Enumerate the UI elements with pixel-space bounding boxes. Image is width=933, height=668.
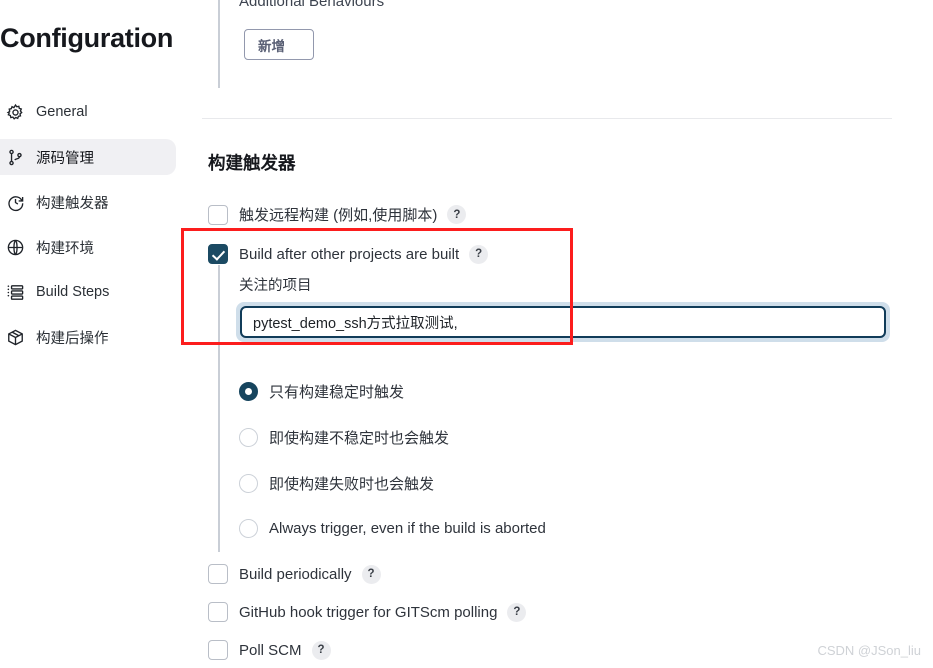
- trigger-row-remote-build[interactable]: 触发远程构建 (例如,使用脚本) ?: [208, 204, 467, 225]
- trigger-label: Build after other projects are built: [239, 245, 460, 263]
- help-icon[interactable]: ?: [469, 244, 489, 264]
- trigger-label: Build periodically: [239, 565, 352, 583]
- radio-label: 即使构建失败时也会触发: [269, 476, 435, 493]
- sidebar-item-label: Build Steps: [36, 284, 110, 300]
- sidebar-item-label: 源码管理: [36, 150, 94, 167]
- sidebar: Configuration General 源码管理 构建触发器 构建环境 Bu…: [0, 0, 200, 668]
- section-divider: [202, 118, 892, 119]
- radio-row-unstable[interactable]: 即使构建不稳定时也会触发: [239, 427, 449, 448]
- configuration-page: Configuration General 源码管理 构建触发器 构建环境 Bu…: [0, 0, 933, 668]
- sidebar-item-build-steps[interactable]: Build Steps: [0, 274, 176, 310]
- radio-row-always[interactable]: Always trigger, even if the build is abo…: [239, 519, 546, 538]
- sidebar-item-build-environment[interactable]: 构建环境: [0, 229, 176, 265]
- radio-unstable[interactable]: [239, 428, 258, 447]
- trigger-row-github-hook[interactable]: GitHub hook trigger for GITScm polling ?: [208, 602, 527, 622]
- sidebar-item-build-triggers[interactable]: 构建触发器: [0, 184, 176, 220]
- help-icon[interactable]: ?: [507, 602, 527, 622]
- sidebar-item-label: 构建后操作: [36, 330, 109, 347]
- radio-always[interactable]: [239, 519, 258, 538]
- package-box-icon: [2, 328, 28, 347]
- sidebar-item-post-build-actions[interactable]: 构建后操作: [0, 319, 176, 355]
- checkbox-build-periodically[interactable]: [208, 564, 228, 584]
- help-icon[interactable]: ?: [447, 205, 467, 224]
- section-title: 构建触发器: [208, 153, 296, 173]
- radio-row-failed[interactable]: 即使构建失败时也会触发: [239, 473, 434, 494]
- list-steps-icon: [2, 283, 28, 302]
- trigger-row-build-periodically[interactable]: Build periodically ?: [208, 564, 381, 584]
- trigger-label: Poll SCM: [239, 641, 302, 659]
- sidebar-item-label: General: [36, 104, 88, 120]
- radio-label: 即使构建不稳定时也会触发: [269, 430, 450, 447]
- page-title: Configuration: [0, 23, 174, 53]
- radio-failed[interactable]: [239, 474, 258, 493]
- radio-label: Always trigger, even if the build is abo…: [269, 520, 546, 537]
- main-content: Additional Behaviours 新增 构建触发器 触发远程构建 (例…: [200, 0, 933, 668]
- checkbox-build-after-other-projects[interactable]: [208, 244, 228, 264]
- watermark: CSDN @JSon_liu: [817, 643, 921, 658]
- section-guide-line: [218, 265, 220, 552]
- trigger-label: GitHub hook trigger for GITScm polling: [239, 603, 498, 621]
- globe-icon: [2, 238, 28, 257]
- additional-behaviours-label: Additional Behaviours: [239, 0, 385, 10]
- sidebar-item-label: 构建环境: [36, 240, 94, 257]
- checkbox-poll-scm[interactable]: [208, 640, 228, 660]
- sidebar-item-source-code-management[interactable]: 源码管理: [0, 139, 176, 175]
- trigger-label: 触发远程构建 (例如,使用脚本): [239, 207, 438, 224]
- trigger-row-poll-scm[interactable]: Poll SCM ?: [208, 640, 331, 660]
- checkbox-remote-build[interactable]: [208, 204, 228, 225]
- trigger-row-build-after-other-projects[interactable]: Build after other projects are built ?: [208, 244, 489, 264]
- gear-icon: [2, 103, 28, 122]
- checkbox-github-hook[interactable]: [208, 602, 228, 622]
- clock-icon: [2, 193, 28, 212]
- section-guide-line-top: [218, 0, 220, 88]
- watched-projects-label: 关注的项目: [239, 278, 312, 294]
- add-behaviour-button[interactable]: 新增: [244, 29, 314, 60]
- help-icon[interactable]: ?: [311, 640, 331, 660]
- sidebar-item-label: 构建触发器: [36, 195, 109, 212]
- watched-projects-field-wrapper: [236, 302, 890, 342]
- radio-label: 只有构建稳定时触发: [269, 384, 405, 401]
- watched-projects-input[interactable]: [240, 306, 886, 338]
- git-branch-icon: [2, 148, 28, 167]
- help-icon[interactable]: ?: [361, 564, 381, 584]
- radio-stable-only[interactable]: [239, 382, 258, 401]
- add-button-label: 新增: [258, 38, 285, 54]
- sidebar-item-general[interactable]: General: [0, 94, 176, 130]
- radio-row-stable-only[interactable]: 只有构建稳定时触发: [239, 381, 404, 402]
